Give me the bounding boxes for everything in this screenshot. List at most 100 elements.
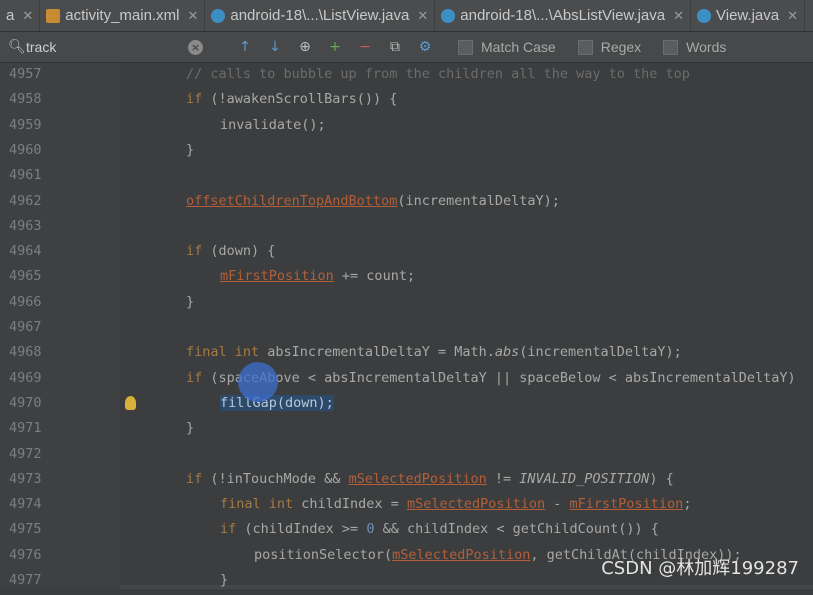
words-option[interactable]: Words xyxy=(663,39,726,55)
line-number: 4970 xyxy=(9,394,42,411)
code-token: final int xyxy=(186,344,260,361)
search-box: 🔍︎ × xyxy=(8,36,226,58)
code-line[interactable]: 4958 if (!awakenScrollBars()) { xyxy=(0,89,813,114)
tab-label: android-18\...\ListView.java xyxy=(230,7,410,24)
close-icon[interactable]: ✕ xyxy=(673,8,684,24)
code-text: offsetChildrenTopAndBottom(incrementalDe… xyxy=(186,193,560,209)
code-line[interactable]: 4973 if (!inTouchMode && mSelectedPositio… xyxy=(0,469,813,494)
line-number: 4967 xyxy=(9,319,42,335)
select-all-occurrences-icon[interactable]: ⧉ xyxy=(384,36,406,58)
code-token: ) { xyxy=(649,470,674,487)
tab-partial-left[interactable]: a ✕ xyxy=(0,0,41,31)
close-icon[interactable]: ✕ xyxy=(787,8,798,24)
code-token: } xyxy=(186,420,195,437)
code-token: if xyxy=(220,521,237,538)
line-number: 4968 xyxy=(9,344,42,361)
code-token: absIncrementalDeltaY = Math. xyxy=(259,344,495,361)
tab-label: activity_main.xml xyxy=(65,7,180,24)
code-line[interactable]: 4970 fillGap(down); xyxy=(0,393,813,418)
regex-option[interactable]: Regex xyxy=(577,39,642,55)
line-number: 4957 xyxy=(9,66,42,82)
mouse-cursor-highlight xyxy=(238,362,278,402)
clear-search-icon[interactable]: × xyxy=(188,39,203,55)
code-line[interactable]: 4972 xyxy=(0,444,813,469)
code-line[interactable]: 4964 if (down) { xyxy=(0,241,813,266)
code-token: positionSelector( xyxy=(254,546,393,563)
code-token: && childIndex < getChildCount()) { xyxy=(374,521,659,538)
code-line[interactable]: 4966} xyxy=(0,292,813,317)
code-line[interactable]: 4962 offsetChildrenTopAndBottom(increment… xyxy=(0,191,813,216)
close-icon[interactable]: ✕ xyxy=(417,8,428,24)
java-class-icon xyxy=(697,8,712,23)
tab-activity-main-xml[interactable]: activity_main.xml ✕ xyxy=(40,0,206,31)
previous-occurrence-icon[interactable]: ↑ xyxy=(234,36,256,58)
line-number: 4961 xyxy=(9,167,42,184)
code-text: } xyxy=(186,142,194,158)
find-all-icon[interactable]: ⊕ xyxy=(294,36,316,58)
code-line[interactable]: 4960} xyxy=(0,140,813,165)
code-line[interactable]: 4963 xyxy=(0,216,813,241)
intention-bulb-icon[interactable] xyxy=(125,395,136,410)
tab-abslistview-java[interactable]: android-18\...\AbsListView.java ✕ xyxy=(435,0,692,31)
line-number: 4966 xyxy=(9,293,42,310)
search-icon[interactable]: 🔍︎ xyxy=(8,39,26,55)
code-token: if xyxy=(186,470,203,487)
code-text: } xyxy=(186,420,194,436)
search-input[interactable] xyxy=(24,39,188,55)
words-label: Words xyxy=(686,39,727,55)
code-text: if (!inTouchMode && mSelectedPosition !=… xyxy=(186,471,674,487)
code-token: (!inTouchMode && xyxy=(202,470,349,487)
code-line[interactable]: 4967 xyxy=(0,317,813,342)
tab-view-java[interactable]: View.java ✕ xyxy=(691,0,806,31)
code-line[interactable]: 4968 final int absIncrementalDeltaY = Mat… xyxy=(0,342,813,367)
code-text: } xyxy=(186,294,194,310)
code-line[interactable]: 4969 if (spaceAbove < absIncrementalDelta… xyxy=(0,368,813,393)
settings-gear-icon[interactable]: ⚙ xyxy=(414,36,436,58)
line-number: 4973 xyxy=(9,470,42,487)
code-token: += count; xyxy=(333,268,416,285)
code-token: != xyxy=(486,470,520,487)
match-case-checkbox[interactable] xyxy=(458,39,473,55)
code-line[interactable]: 4974 final int childIndex = mSelectedPosi… xyxy=(0,494,813,519)
find-toolbar: 🔍︎ × ↑ ↓ ⊕ + − ⧉ ⚙ Match Case Regex Word… xyxy=(0,32,813,63)
code-token: (childIndex >= xyxy=(236,521,367,538)
code-line[interactable]: 4959 invalidate(); xyxy=(0,115,813,140)
code-token: (spaceAbove < absIncrementalDeltaY || sp… xyxy=(202,369,796,386)
code-line[interactable]: 4957 // calls to bubble up from the child… xyxy=(0,64,813,89)
code-line[interactable]: 4971} xyxy=(0,418,813,443)
code-token: if xyxy=(186,91,203,108)
match-case-option[interactable]: Match Case xyxy=(458,39,556,55)
code-line[interactable]: 4961 xyxy=(0,165,813,190)
code-line[interactable]: 4975 if (childIndex >= 0 && childIndex < … xyxy=(0,519,813,544)
line-number: 4959 xyxy=(9,116,42,133)
tab-listview-java[interactable]: android-18\...\ListView.java ✕ xyxy=(205,0,436,31)
code-token: if xyxy=(186,369,203,386)
code-token: mFirstPosition xyxy=(569,496,684,513)
tab-label: android-18\...\AbsListView.java xyxy=(460,7,666,24)
add-occurrence-icon[interactable]: + xyxy=(324,36,346,58)
code-token: final int xyxy=(220,496,294,513)
tab-label: View.java xyxy=(716,7,780,24)
close-icon[interactable]: ✕ xyxy=(22,8,33,24)
close-icon[interactable]: ✕ xyxy=(187,8,198,24)
remove-occurrence-icon[interactable]: − xyxy=(354,36,376,58)
line-number: 4975 xyxy=(9,521,42,538)
code-editor[interactable]: 4957 // calls to bubble up from the child… xyxy=(0,63,813,589)
next-occurrence-icon[interactable]: ↓ xyxy=(264,36,286,58)
code-token: abs xyxy=(494,344,520,361)
line-number: 4976 xyxy=(9,546,42,563)
code-text: final int childIndex = mSelectedPosition… xyxy=(220,496,691,512)
code-token: } xyxy=(220,572,229,588)
regex-label: Regex xyxy=(600,39,642,55)
code-token: invalidate(); xyxy=(220,116,326,133)
code-line[interactable]: 4965 mFirstPosition += count; xyxy=(0,266,813,291)
match-case-label: Match Case xyxy=(481,39,556,55)
code-token: mFirstPosition xyxy=(220,268,334,285)
watermark: CSDN @林加辉199287 xyxy=(601,558,799,579)
code-token: if xyxy=(186,243,203,260)
line-number: 4969 xyxy=(9,369,42,386)
words-checkbox[interactable] xyxy=(663,39,679,55)
code-token: childIndex = xyxy=(293,496,407,513)
regex-checkbox[interactable] xyxy=(577,39,593,55)
line-number: 4965 xyxy=(9,268,42,285)
